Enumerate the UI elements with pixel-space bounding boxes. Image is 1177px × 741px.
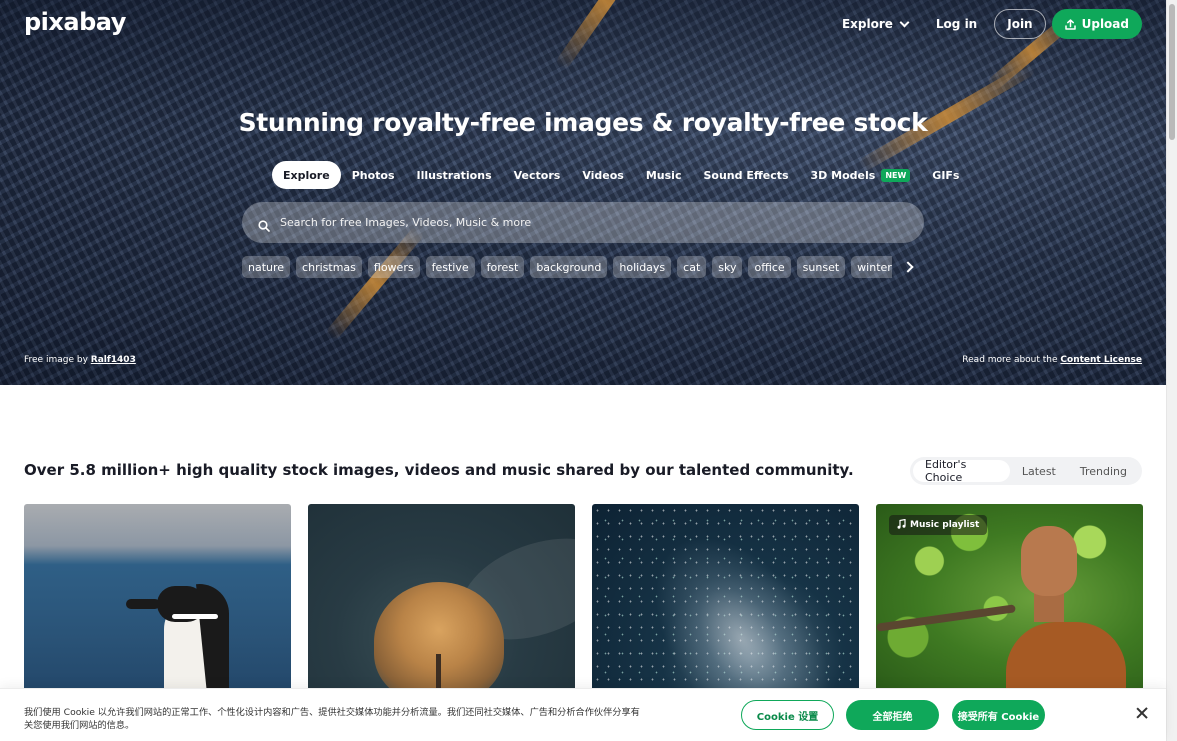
filter-editors-choice[interactable]: Editor's Choice bbox=[913, 458, 1010, 484]
search-bar[interactable] bbox=[242, 202, 924, 243]
license-note: Read more about the Content License bbox=[962, 355, 1142, 365]
scrollbar-thumb[interactable] bbox=[1169, 4, 1175, 140]
tag-chip[interactable]: nature bbox=[242, 256, 291, 278]
section-heading: Over 5.8 million+ high quality stock ima… bbox=[24, 461, 854, 479]
popular-tags: nature christmas flowers festive forest … bbox=[242, 256, 892, 278]
tag-chip[interactable]: background bbox=[530, 256, 608, 278]
close-icon[interactable] bbox=[1135, 706, 1149, 720]
media-type-tabs: Explore Photos Illustrations Vectors Vid… bbox=[272, 161, 970, 189]
filter-trending[interactable]: Trending bbox=[1068, 460, 1139, 482]
image-card-milky-way[interactable] bbox=[592, 504, 859, 694]
image-card-tree[interactable] bbox=[308, 504, 575, 694]
monk-robe bbox=[1006, 622, 1126, 694]
accept-all-cookies-button[interactable]: 接受所有 Cookie bbox=[952, 700, 1045, 730]
login-link[interactable]: Log in bbox=[936, 17, 977, 31]
search-input[interactable] bbox=[280, 216, 924, 229]
tab-3d-models-label: 3D Models bbox=[810, 168, 876, 182]
credit-prefix: Free image by bbox=[24, 355, 88, 365]
penguin-beak bbox=[126, 599, 160, 609]
tag-chip[interactable]: cat bbox=[677, 256, 707, 278]
image-card-monk[interactable]: Music playlist bbox=[876, 504, 1143, 694]
tab-videos[interactable]: Videos bbox=[571, 161, 635, 189]
tag-chip[interactable]: forest bbox=[480, 256, 525, 278]
reject-all-cookies-button[interactable]: 全部拒绝 bbox=[846, 700, 939, 730]
join-button[interactable]: Join bbox=[994, 9, 1046, 39]
tab-illustrations[interactable]: Illustrations bbox=[406, 161, 503, 189]
upload-icon bbox=[1064, 18, 1076, 30]
hero-banner: pixabay Explore Log in Join Upload Stunn… bbox=[0, 0, 1166, 385]
tab-photos[interactable]: Photos bbox=[341, 161, 406, 189]
chevron-right-icon[interactable] bbox=[904, 259, 914, 275]
scrollbar[interactable] bbox=[1166, 0, 1177, 741]
cookie-banner: 我们使用 Cookie 以允许我们网站的正常工作、个性化设计内容和广告、提供社交… bbox=[0, 688, 1166, 741]
search-icon bbox=[258, 217, 270, 232]
chevron-down-icon bbox=[899, 17, 910, 27]
content-license-link[interactable]: Content License bbox=[1060, 355, 1142, 365]
explore-menu[interactable]: Explore bbox=[841, 17, 910, 31]
tab-vectors[interactable]: Vectors bbox=[503, 161, 572, 189]
image-card-penguin[interactable] bbox=[24, 504, 291, 694]
tab-music[interactable]: Music bbox=[635, 161, 693, 189]
tag-chip[interactable]: festive bbox=[425, 256, 475, 278]
music-playlist-label: Music playlist bbox=[910, 520, 980, 530]
cookie-message: 我们使用 Cookie 以允许我们网站的正常工作、个性化设计内容和广告、提供社交… bbox=[24, 707, 640, 731]
tab-gifs[interactable]: GIFs bbox=[921, 161, 970, 189]
tag-chip[interactable]: christmas bbox=[296, 256, 362, 278]
explore-label: Explore bbox=[841, 17, 893, 31]
cookie-settings-button[interactable]: Cookie 设置 bbox=[741, 700, 834, 730]
upload-label: Upload bbox=[1081, 17, 1129, 31]
tag-chip[interactable]: holidays bbox=[613, 256, 672, 278]
hero-title: Stunning royalty-free images & royalty-f… bbox=[238, 108, 928, 137]
penguin-stripe bbox=[172, 614, 218, 619]
tab-3d-models[interactable]: 3D Models NEW bbox=[800, 161, 922, 189]
image-credit: Free image by Ralf1403 bbox=[24, 355, 136, 365]
license-prefix: Read more about the bbox=[962, 355, 1058, 365]
sort-filter: Editor's Choice Latest Trending bbox=[910, 457, 1142, 485]
monk-head bbox=[1021, 526, 1077, 596]
new-badge: NEW bbox=[881, 168, 911, 182]
image-grid: Music playlist bbox=[24, 504, 1143, 694]
tag-chip[interactable]: flowers bbox=[367, 256, 420, 278]
music-playlist-badge[interactable]: Music playlist bbox=[889, 515, 988, 535]
filter-latest[interactable]: Latest bbox=[1010, 460, 1068, 482]
credit-author-link[interactable]: Ralf1403 bbox=[91, 355, 136, 365]
tag-chip[interactable]: sky bbox=[712, 256, 743, 278]
hero-thread-decoration bbox=[554, 0, 658, 72]
tab-explore[interactable]: Explore bbox=[272, 161, 341, 189]
tag-chip[interactable]: sunset bbox=[796, 256, 846, 278]
top-navigation: Explore Log in Join Upload bbox=[842, 9, 1142, 39]
pixabay-logo[interactable]: pixabay bbox=[24, 8, 126, 36]
tag-chip[interactable]: winter bbox=[851, 256, 892, 278]
tag-chip[interactable]: office bbox=[748, 256, 791, 278]
tab-sound-effects[interactable]: Sound Effects bbox=[692, 161, 799, 189]
music-note-icon bbox=[897, 518, 906, 532]
upload-button[interactable]: Upload bbox=[1051, 9, 1142, 39]
